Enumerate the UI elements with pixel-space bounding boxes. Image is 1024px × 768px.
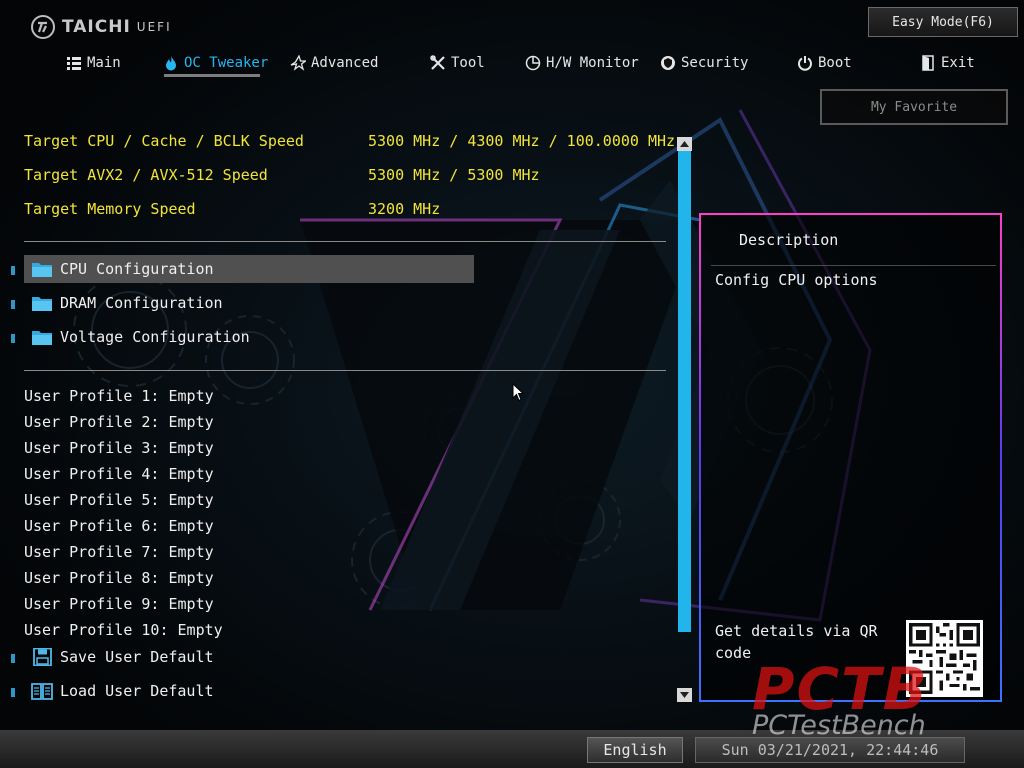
load-user-default-item[interactable]: Load User Default [24,677,474,705]
tab-hw-monitor[interactable]: H/W Monitor [525,50,639,76]
tab-oc-tweaker-label: OC Tweaker [184,55,269,71]
active-tab-underline [164,74,260,77]
user-profile-4[interactable]: User Profile 4: Empty [24,463,214,485]
description-text: Config CPU options [715,271,878,289]
info-value-cpu-speed: 5300 MHz / 4300 MHz / 100.0000 MHz [368,132,676,150]
tab-tool-label: Tool [451,55,485,71]
item-marker [11,266,15,275]
exit-icon [922,55,934,71]
scroll-down-arrow-icon [680,692,689,698]
list-icon [67,57,81,70]
date-time-display: Sun 03/21/2021, 22:44:46 [695,737,965,763]
tab-exit[interactable]: Exit [920,50,975,76]
monitor-icon [525,55,541,71]
user-profile-1[interactable]: User Profile 1: Empty [24,385,214,407]
item-marker [11,654,15,663]
scroll-up-button[interactable] [677,137,692,151]
tab-oc-tweaker[interactable]: OC Tweaker [163,50,268,76]
tab-boot[interactable]: Boot [797,50,852,76]
tab-main[interactable]: Main [66,50,121,76]
user-profile-7[interactable]: User Profile 7: Empty [24,541,214,563]
tab-hw-monitor-label: H/W Monitor [546,55,639,71]
item-marker [11,688,15,697]
save-user-default-item[interactable]: Save User Default [24,643,474,671]
save-icon [33,648,52,666]
tools-icon [430,55,445,70]
user-profile-3[interactable]: User Profile 3: Empty [24,437,214,459]
mouse-cursor-icon [512,383,524,402]
scroll-down-button[interactable] [677,688,692,702]
user-profile-8[interactable]: User Profile 8: Empty [24,567,214,589]
divider [24,370,666,371]
info-label-memory-speed: Target Memory Speed [24,200,196,218]
logo-text: TAICHI [62,17,131,37]
item-marker [11,334,15,343]
info-label-avx-speed: Target AVX2 / AVX-512 Speed [24,166,268,184]
divider [24,241,666,242]
info-value-memory-speed: 3200 MHz [368,200,441,218]
easy-mode-button[interactable]: Easy Mode(F6) [868,7,1018,37]
item-marker [11,300,15,309]
my-favorite-button[interactable]: My Favorite [820,89,1008,125]
voltage-configuration-item[interactable]: Voltage Configuration [24,323,474,351]
description-title: Description [739,231,839,249]
flame-icon [166,56,176,71]
power-icon [798,56,812,71]
tab-boot-label: Boot [818,55,852,71]
user-profile-2[interactable]: User Profile 2: Empty [24,411,214,433]
tab-exit-label: Exit [941,55,975,71]
scrollbar-thumb[interactable] [678,151,691,632]
description-panel: Description Config CPU options Get detai… [699,213,1002,702]
info-label-cpu-speed: Target CPU / Cache / BCLK Speed [24,132,304,150]
scroll-up-arrow-icon [680,141,689,147]
user-profile-5[interactable]: User Profile 5: Empty [24,489,214,511]
star-icon [290,55,306,71]
qr-code-image [906,620,983,697]
dram-configuration-label: DRAM Configuration [60,294,223,312]
description-divider [711,265,996,266]
cpu-configuration-item[interactable]: CPU Configuration [24,255,474,283]
logo-subtext: UEFI [136,20,172,34]
folder-icon [32,263,52,277]
book-icon [31,683,53,700]
taichi-logo-icon [31,15,55,39]
folder-icon [32,331,52,345]
user-profile-10[interactable]: User Profile 10: Empty [24,619,223,641]
folder-icon [32,297,52,311]
dram-configuration-item[interactable]: DRAM Configuration [24,289,474,317]
save-user-default-label: Save User Default [60,648,214,666]
cpu-configuration-label: CPU Configuration [60,260,214,278]
user-profile-9[interactable]: User Profile 9: Empty [24,593,214,615]
taichi-logo: TAICHI UEFI [30,14,172,40]
qr-details-text: Get details via QR code [715,622,878,662]
tab-advanced[interactable]: Advanced [290,50,378,76]
tab-tool[interactable]: Tool [430,50,485,76]
tab-advanced-label: Advanced [311,55,379,71]
load-user-default-label: Load User Default [60,682,214,700]
tab-security-label: Security [681,55,749,71]
voltage-configuration-label: Voltage Configuration [60,328,250,346]
tab-security[interactable]: Security [660,50,748,76]
language-button[interactable]: English [587,737,683,763]
shield-icon [661,56,675,70]
user-profile-6[interactable]: User Profile 6: Empty [24,515,214,537]
tab-main-label: Main [87,55,121,71]
info-value-avx-speed: 5300 MHz / 5300 MHz [368,166,540,184]
